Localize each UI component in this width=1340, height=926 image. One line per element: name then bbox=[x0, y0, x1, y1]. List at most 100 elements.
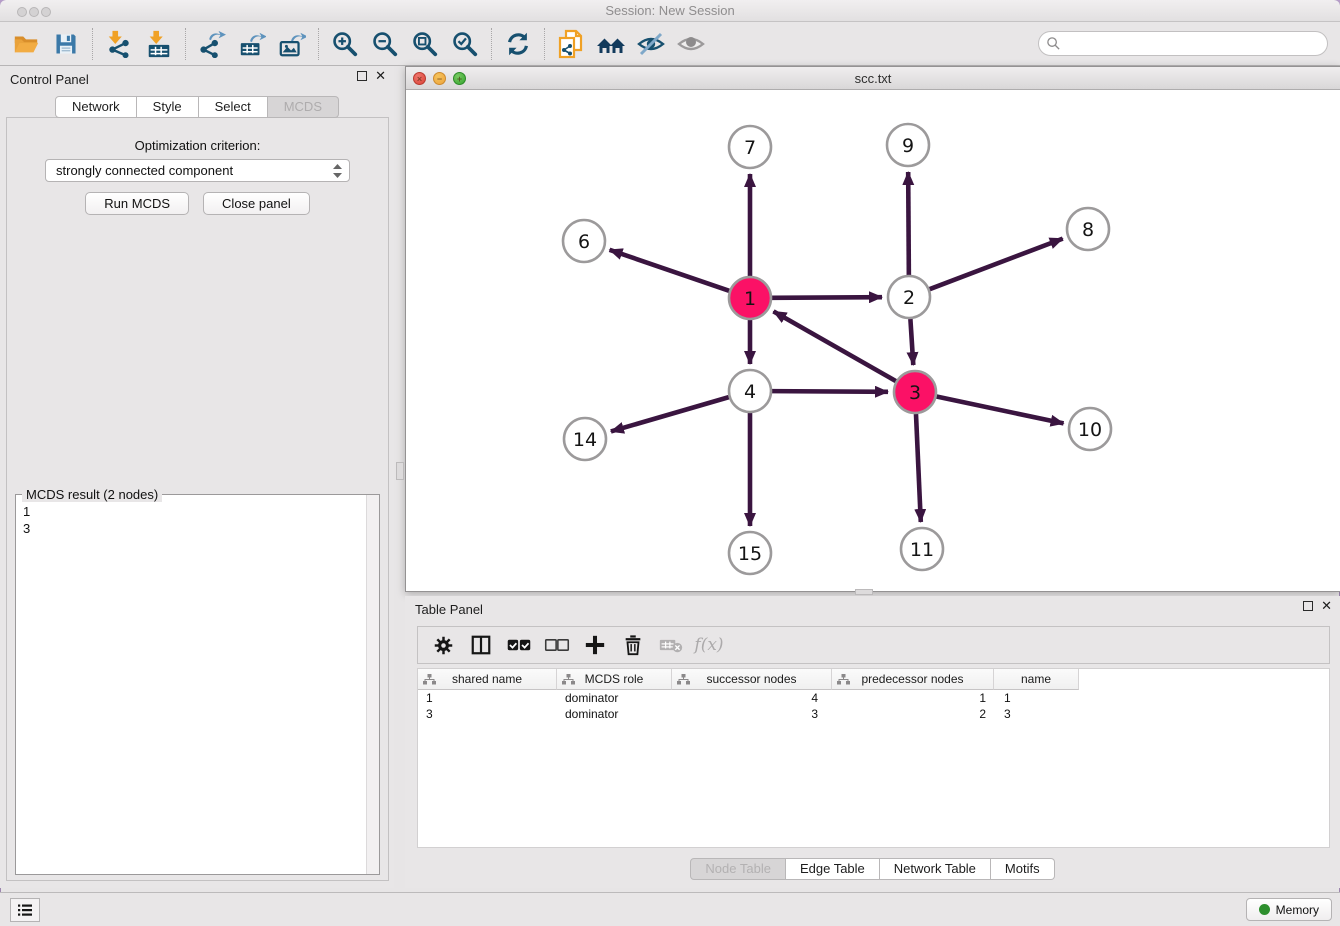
vertical-splitter-handle[interactable] bbox=[396, 462, 404, 480]
graph-node-label: 9 bbox=[902, 135, 914, 157]
close-panel-icon[interactable]: ✕ bbox=[375, 71, 386, 81]
select-all-columns-icon[interactable] bbox=[502, 630, 536, 660]
graph-node-label: 2 bbox=[903, 287, 915, 309]
criterion-value: strongly connected component bbox=[56, 163, 233, 178]
tab-select[interactable]: Select bbox=[199, 96, 268, 118]
table-row[interactable]: 3 dominator 3 2 3 bbox=[418, 706, 1329, 722]
graph-edge-1-2[interactable] bbox=[772, 297, 882, 298]
refresh-view-icon[interactable] bbox=[498, 26, 538, 62]
horizontal-splitter-handle[interactable] bbox=[855, 589, 873, 595]
control-panel-title: Control Panel bbox=[10, 72, 89, 87]
table-panel-title: Table Panel bbox=[415, 602, 483, 617]
show-column-selector-icon[interactable] bbox=[464, 630, 498, 660]
column-type-icon bbox=[423, 674, 436, 685]
delete-table-icon bbox=[654, 630, 688, 660]
table-header-row: shared name MCDS role successor nodes pr… bbox=[418, 669, 1329, 690]
table-panel-header: Table Panel ✕ bbox=[405, 596, 1340, 622]
graph-node-label: 15 bbox=[738, 543, 762, 565]
network-canvas[interactable]: 7968124314101511 bbox=[406, 90, 1340, 591]
graph-node-label: 6 bbox=[578, 231, 590, 253]
delete-columns-trash-icon[interactable] bbox=[616, 630, 650, 660]
float-table-panel-icon[interactable] bbox=[1303, 601, 1313, 611]
mcds-panel-body: Optimization criterion: strongly connect… bbox=[6, 117, 389, 881]
graph-edge-2-9[interactable] bbox=[908, 172, 909, 275]
import-network-from-file-icon[interactable] bbox=[99, 26, 139, 62]
export-image-icon[interactable] bbox=[272, 26, 312, 62]
save-session-icon[interactable] bbox=[46, 26, 86, 62]
zoom-fit-content-icon[interactable] bbox=[405, 26, 445, 62]
mcds-result-title: MCDS result (2 nodes) bbox=[22, 487, 162, 502]
column-header-successor-nodes[interactable]: successor nodes bbox=[672, 669, 832, 690]
table-panel: Table Panel ✕ bbox=[405, 596, 1340, 888]
zoom-out-icon[interactable] bbox=[365, 26, 405, 62]
graph-edge-1-6[interactable] bbox=[610, 250, 730, 291]
optimization-criterion-label: Optimization criterion: bbox=[7, 138, 388, 153]
column-type-icon bbox=[677, 674, 690, 685]
unselect-all-columns-icon[interactable] bbox=[540, 630, 574, 660]
graph-edge-2-3[interactable] bbox=[910, 319, 913, 365]
table-row[interactable]: 1 dominator 4 1 1 bbox=[418, 690, 1329, 706]
search-input[interactable] bbox=[1038, 31, 1328, 56]
control-panel: Control Panel ✕ Network Style Select MCD… bbox=[0, 66, 394, 888]
float-panel-icon[interactable] bbox=[357, 71, 367, 81]
show-task-history-button[interactable] bbox=[10, 898, 40, 922]
window-title: Session: New Session bbox=[0, 3, 1340, 18]
close-panel-button[interactable]: Close panel bbox=[203, 192, 310, 215]
create-new-column-icon[interactable] bbox=[578, 630, 612, 660]
tab-node-table[interactable]: Node Table bbox=[690, 858, 786, 880]
graph-edge-4-14[interactable] bbox=[611, 397, 729, 431]
application-window: Session: New Session bbox=[0, 0, 1340, 926]
control-panel-tabs: Network Style Select MCDS bbox=[0, 96, 394, 118]
import-table-from-file-icon[interactable] bbox=[139, 26, 179, 62]
tab-style[interactable]: Style bbox=[137, 96, 199, 118]
close-table-panel-icon[interactable]: ✕ bbox=[1321, 601, 1332, 611]
graph-edge-3-10[interactable] bbox=[937, 397, 1064, 424]
graph-node-label: 7 bbox=[744, 137, 756, 159]
search-icon bbox=[1046, 36, 1061, 51]
run-mcds-button[interactable]: Run MCDS bbox=[85, 192, 189, 215]
result-scrollbar[interactable] bbox=[366, 495, 379, 874]
export-table-icon[interactable] bbox=[232, 26, 272, 62]
tab-network-table[interactable]: Network Table bbox=[880, 858, 991, 880]
column-header-name[interactable]: name bbox=[994, 669, 1079, 690]
column-header-shared-name[interactable]: shared name bbox=[418, 669, 557, 690]
mcds-result-list[interactable]: 1 3 bbox=[17, 501, 365, 873]
graph-edge-4-3[interactable] bbox=[772, 391, 888, 392]
column-header-mcds-role[interactable]: MCDS role bbox=[557, 669, 672, 690]
memory-button[interactable]: Memory bbox=[1246, 898, 1332, 921]
main-toolbar bbox=[0, 22, 1340, 66]
graph-edge-2-8[interactable] bbox=[930, 239, 1063, 290]
clone-network-icon[interactable] bbox=[551, 26, 591, 62]
network-graph[interactable]: 7968124314101511 bbox=[406, 90, 1339, 591]
tab-mcds[interactable]: MCDS bbox=[268, 96, 339, 118]
zoom-in-icon[interactable] bbox=[325, 26, 365, 62]
open-session-icon[interactable] bbox=[6, 26, 46, 62]
graph-node-label: 4 bbox=[744, 381, 756, 403]
network-title: scc.txt bbox=[406, 71, 1340, 86]
toolbar-separator bbox=[491, 28, 492, 60]
export-network-icon[interactable] bbox=[192, 26, 232, 62]
network-view-window: × − + scc.txt 7968124314101511 bbox=[405, 66, 1340, 592]
zoom-selected-icon[interactable] bbox=[445, 26, 485, 62]
memory-label: Memory bbox=[1276, 903, 1319, 917]
show-all-icon[interactable] bbox=[671, 26, 711, 62]
toolbar-separator bbox=[318, 28, 319, 60]
tab-edge-table[interactable]: Edge Table bbox=[786, 858, 880, 880]
select-stepper-icon bbox=[332, 163, 343, 179]
status-bar: Memory bbox=[0, 892, 1340, 926]
tab-motifs[interactable]: Motifs bbox=[991, 858, 1055, 880]
graph-edge-3-1[interactable] bbox=[773, 311, 895, 381]
graph-node-label: 10 bbox=[1078, 419, 1102, 441]
column-header-predecessor-nodes[interactable]: predecessor nodes bbox=[832, 669, 994, 690]
column-type-icon bbox=[837, 674, 850, 685]
hide-selected-icon[interactable] bbox=[631, 26, 671, 62]
column-type-icon bbox=[562, 674, 575, 685]
search-field bbox=[1038, 31, 1328, 56]
tab-network[interactable]: Network bbox=[55, 96, 137, 118]
table-settings-gear-icon[interactable] bbox=[426, 630, 460, 660]
criterion-select[interactable]: strongly connected component bbox=[45, 159, 350, 182]
home-layout-icon[interactable] bbox=[591, 26, 631, 62]
control-panel-header: Control Panel ✕ bbox=[0, 66, 394, 92]
graph-node-label: 3 bbox=[909, 382, 921, 404]
graph-edge-3-11[interactable] bbox=[916, 414, 921, 522]
